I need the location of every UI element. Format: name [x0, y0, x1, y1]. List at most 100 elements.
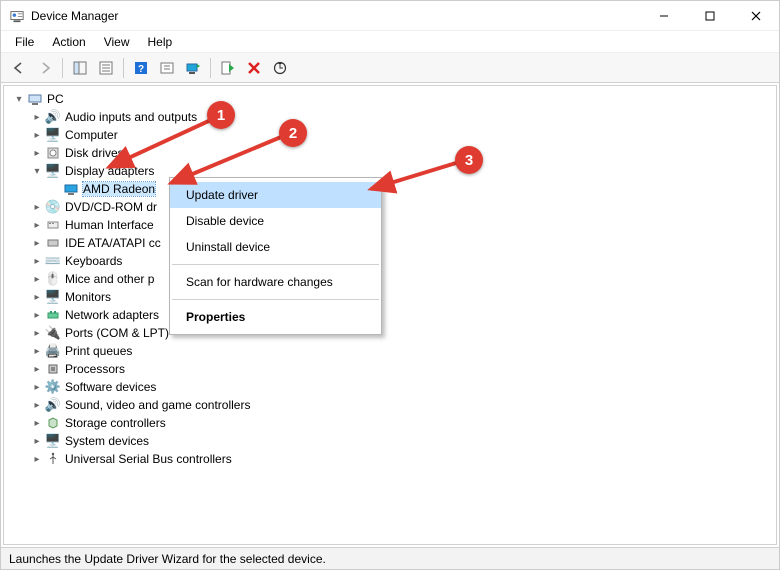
system-icon: 🖥️ [45, 433, 61, 449]
tree-node-computer[interactable]: ▸🖥️Computer [30, 126, 776, 144]
expand-icon[interactable]: ▸ [30, 254, 44, 268]
printer-icon: 🖨️ [45, 343, 61, 359]
tree-node-ports[interactable]: ▸🔌Ports (COM & LPT) [30, 324, 776, 342]
update-icon[interactable] [181, 56, 205, 80]
enable-icon[interactable] [216, 56, 240, 80]
root-node[interactable]: ▾ PC [12, 90, 776, 108]
properties-icon[interactable] [94, 56, 118, 80]
display-adapter-icon [63, 181, 79, 197]
menu-help[interactable]: Help [140, 33, 181, 51]
expand-icon[interactable]: ▸ [30, 344, 44, 358]
tree-node-sound[interactable]: ▸🔊Sound, video and game controllers [30, 396, 776, 414]
selected-node-label: AMD Radeon [83, 182, 155, 196]
tree-node-network[interactable]: ▸Network adapters [30, 306, 776, 324]
tree-node-usb[interactable]: ▸Universal Serial Bus controllers [30, 450, 776, 468]
display-icon: 🖥️ [45, 163, 61, 179]
menu-file[interactable]: File [7, 33, 42, 51]
tree-node-ide[interactable]: ▸IDE ATA/ATAPI cc [30, 234, 776, 252]
show-console-icon[interactable] [68, 56, 92, 80]
ctx-uninstall-device[interactable]: Uninstall device [170, 234, 381, 260]
expand-icon[interactable]: ▸ [30, 308, 44, 322]
uninstall-icon[interactable] [242, 56, 266, 80]
expand-icon[interactable]: ▸ [30, 434, 44, 448]
tree-node-audio[interactable]: ▸🔊Audio inputs and outputs [30, 108, 776, 126]
expand-icon[interactable]: ▸ [30, 272, 44, 286]
expand-icon[interactable]: ▸ [30, 128, 44, 142]
menu-bar: File Action View Help [1, 31, 779, 53]
annotation-badge-2: 2 [279, 119, 307, 147]
tree-node-keyboards[interactable]: ▸⌨️Keyboards [30, 252, 776, 270]
audio-icon: 🔊 [45, 109, 61, 125]
tree-node-storage[interactable]: ▸Storage controllers [30, 414, 776, 432]
expand-icon[interactable]: ▸ [30, 416, 44, 430]
app-icon [9, 8, 25, 24]
root-label: PC [47, 92, 64, 106]
tree-node-software[interactable]: ▸⚙️Software devices [30, 378, 776, 396]
tree-node-processors[interactable]: ▸Processors [30, 360, 776, 378]
hid-icon [45, 217, 61, 233]
svg-text:?: ? [138, 64, 144, 75]
toolbar-separator [210, 58, 211, 78]
ctx-properties[interactable]: Properties [170, 304, 381, 330]
ide-icon [45, 235, 61, 251]
sound-icon: 🔊 [45, 397, 61, 413]
scan-icon[interactable] [268, 56, 292, 80]
expand-icon[interactable]: ▸ [30, 398, 44, 412]
ctx-separator [172, 299, 379, 300]
software-icon: ⚙️ [45, 379, 61, 395]
expand-icon[interactable]: ▸ [30, 200, 44, 214]
title-bar: Device Manager [1, 1, 779, 31]
cpu-icon [45, 361, 61, 377]
collapse-icon[interactable]: ▾ [12, 92, 26, 106]
tree-node-mice[interactable]: ▸🖱️Mice and other p [30, 270, 776, 288]
toolbar-separator [62, 58, 63, 78]
menu-action[interactable]: Action [44, 33, 93, 51]
device-tree-panel: ▾ PC ▸🔊Audio inputs and outputs ▸🖥️Compu… [3, 85, 777, 545]
computer-icon [27, 91, 43, 107]
expand-icon[interactable]: ▸ [30, 290, 44, 304]
expand-icon[interactable]: ▸ [30, 380, 44, 394]
keyboard-icon: ⌨️ [45, 253, 61, 269]
collapse-icon[interactable]: ▾ [30, 164, 44, 178]
computer-icon: 🖥️ [45, 127, 61, 143]
menu-view[interactable]: View [96, 33, 138, 51]
storage-icon [45, 415, 61, 431]
expand-icon[interactable]: ▸ [30, 452, 44, 466]
close-button[interactable] [733, 1, 779, 31]
usb-icon [45, 451, 61, 467]
network-icon [45, 307, 61, 323]
monitor-icon: 🖥️ [45, 289, 61, 305]
action-icon[interactable] [155, 56, 179, 80]
dvd-icon: 💿 [45, 199, 61, 215]
tree-node-dvd[interactable]: ▸💿DVD/CD-ROM dr [30, 198, 776, 216]
disk-icon [45, 145, 61, 161]
tree-node-printq[interactable]: ▸🖨️Print queues [30, 342, 776, 360]
context-menu: Update driver Disable device Uninstall d… [169, 177, 382, 335]
annotation-badge-3: 3 [455, 146, 483, 174]
tree-node-display[interactable]: ▾🖥️Display adapters [30, 162, 776, 180]
back-button[interactable] [7, 56, 31, 80]
tree-node-system[interactable]: ▸🖥️System devices [30, 432, 776, 450]
ctx-disable-device[interactable]: Disable device [170, 208, 381, 234]
expand-icon[interactable]: ▸ [30, 362, 44, 376]
maximize-button[interactable] [687, 1, 733, 31]
tree-node-amd-radeon[interactable]: ▸AMD Radeon [48, 180, 776, 198]
tree-node-hid[interactable]: ▸Human Interface [30, 216, 776, 234]
help-icon[interactable]: ? [129, 56, 153, 80]
mouse-icon: 🖱️ [45, 271, 61, 287]
window-title: Device Manager [31, 9, 118, 23]
ctx-update-driver[interactable]: Update driver [170, 182, 381, 208]
expand-icon[interactable]: ▸ [30, 146, 44, 160]
ctx-scan[interactable]: Scan for hardware changes [170, 269, 381, 295]
expand-icon[interactable]: ▸ [30, 236, 44, 250]
expand-icon[interactable]: ▸ [30, 218, 44, 232]
expand-icon[interactable]: ▸ [30, 110, 44, 124]
port-icon: 🔌 [45, 325, 61, 341]
forward-button[interactable] [33, 56, 57, 80]
device-tree[interactable]: ▾ PC ▸🔊Audio inputs and outputs ▸🖥️Compu… [8, 90, 776, 468]
tree-node-disk[interactable]: ▸Disk drives [30, 144, 776, 162]
tree-node-monitors[interactable]: ▸🖥️Monitors [30, 288, 776, 306]
toolbar: ? [1, 53, 779, 83]
expand-icon[interactable]: ▸ [30, 326, 44, 340]
minimize-button[interactable] [641, 1, 687, 31]
